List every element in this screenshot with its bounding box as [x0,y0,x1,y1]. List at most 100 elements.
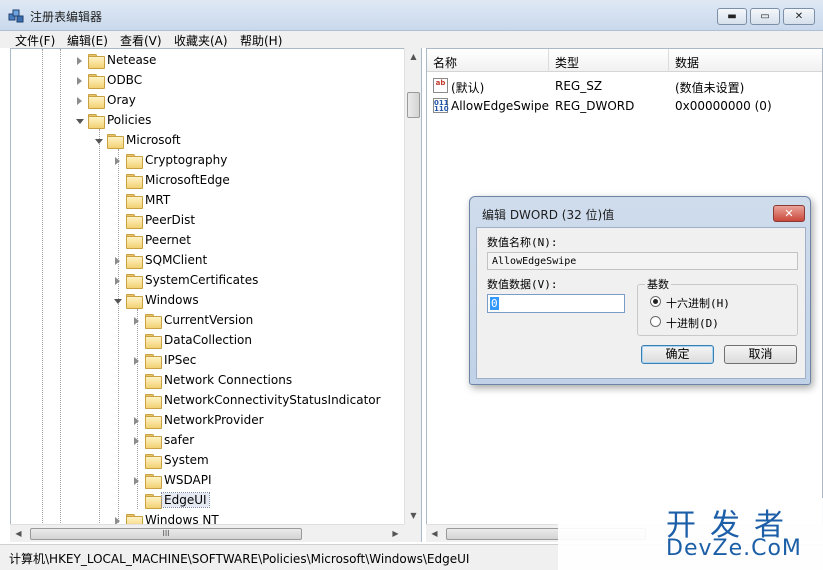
expand-arrow-icon[interactable] [134,317,139,325]
column-header-name[interactable]: 名称 [427,49,549,72]
list-header: 名称 类型 数据 [427,49,822,72]
scroll-right-arrow-icon[interactable]: ▶ [387,525,404,542]
tree-node-label: NetworkProvider [164,413,264,427]
value-name-label: 数值名称(N): [487,236,558,249]
tree-vertical-scrollbar[interactable]: ▲ ▼ [404,48,421,524]
scroll-left-arrow-icon[interactable]: ◀ [10,525,27,542]
collapse-arrow-icon[interactable] [114,299,122,304]
tree-node-label: SystemCertificates [145,273,259,287]
scroll-left-arrow-icon[interactable]: ◀ [426,525,443,542]
tree-node-label: SQMClient [145,253,208,267]
value-type: REG_DWORD [555,99,635,113]
key-tree[interactable]: Netease ODBC Oray Policies Microsoft Cry… [10,48,422,542]
close-button[interactable]: ✕ [783,8,815,25]
value-data-input[interactable]: 0 [487,294,625,313]
expand-arrow-icon[interactable] [134,477,139,485]
dec-radio-label[interactable]: 十进制(D) [666,315,719,331]
tree-node-label: Netease [107,53,157,67]
expand-arrow-icon[interactable] [134,357,139,365]
folder-icon [88,53,105,69]
tree-node-label: MicrosoftEdge [145,173,230,187]
expand-arrow-icon[interactable] [115,257,120,265]
tree-node-label: EdgeUI [161,492,210,508]
tree-horizontal-scrollbar[interactable]: ◀ III ▶ [10,524,404,542]
collapse-arrow-icon[interactable] [95,139,103,144]
menu-file[interactable]: 文件(F) [15,32,55,49]
folder-icon [126,193,143,209]
tree-guide [60,49,61,541]
registry-editor-window: 注册表编辑器 ▬ ▭ ✕ 文件(F) 编辑(E) 查看(V) 收藏夹(A) 帮助… [0,0,823,570]
menu-help[interactable]: 帮助(H) [240,32,282,49]
folder-icon [145,413,162,429]
scroll-down-arrow-icon[interactable]: ▼ [405,507,422,524]
string-value-icon: ab [433,78,448,93]
minimize-icon: ▬ [727,10,737,22]
column-header-type[interactable]: 类型 [549,49,669,72]
value-name-field: AllowEdgeSwipe [487,252,798,270]
scroll-thumb[interactable]: III [30,528,302,540]
maximize-icon: ▭ [760,10,770,22]
hex-radio-label[interactable]: 十六进制(H) [666,295,730,311]
scrollbar-corner [404,524,421,542]
status-path: 计算机\HKEY_LOCAL_MACHINE\SOFTWARE\Policies… [9,552,470,566]
expand-arrow-icon[interactable] [77,77,82,85]
folder-icon [126,253,143,269]
expand-arrow-icon[interactable] [77,57,82,65]
dec-radio[interactable] [650,316,661,327]
base-label: 基数 [645,276,671,292]
dialog-close-button[interactable]: ✕ [773,205,805,222]
menu-view[interactable]: 查看(V) [120,32,162,49]
tree-node-label: Network Connections [164,373,293,387]
close-icon: ✕ [784,207,794,220]
folder-open-icon [126,293,143,309]
hex-radio[interactable] [650,296,661,307]
expand-arrow-icon[interactable] [134,437,139,445]
value-data-label: 数值数据(V): [487,278,558,291]
folder-icon [126,153,143,169]
watermark-en: DevZe.CoM [666,536,802,561]
folder-open-icon [145,493,162,509]
menu-favorites[interactable]: 收藏夹(A) [174,32,228,49]
close-icon: ✕ [794,10,804,22]
maximize-button[interactable]: ▭ [750,8,780,25]
expand-arrow-icon[interactable] [115,277,120,285]
folder-icon [88,93,105,109]
scroll-up-arrow-icon[interactable]: ▲ [405,48,422,65]
expand-arrow-icon[interactable] [77,97,82,105]
tree-node-label: Policies [107,113,152,127]
minimize-button[interactable]: ▬ [717,8,747,25]
list-row-default[interactable]: ab (默认) REG_SZ (数值未设置) [427,76,822,96]
folder-icon [88,73,105,89]
collapse-arrow-icon[interactable] [76,119,84,124]
folder-icon [145,453,162,469]
folder-icon [126,213,143,229]
folder-icon [126,233,143,249]
menu-edit[interactable]: 编辑(E) [67,32,108,49]
folder-icon [145,393,162,409]
tree-guide [99,129,100,541]
value-data-text: 0 [490,297,499,310]
value-type: REG_SZ [555,79,603,93]
expand-arrow-icon[interactable] [115,157,120,165]
folder-icon [145,313,162,329]
tree-node-label: Oray [107,93,136,107]
scroll-thumb[interactable] [407,92,420,118]
list-row-allowedgeswipe[interactable]: 011 110 AllowEdgeSwipe REG_DWORD 0x00000… [427,96,822,116]
tree-guide [118,149,119,541]
registry-editor-icon [8,9,24,23]
column-header-data[interactable]: 数据 [669,49,822,72]
menu-bar: 文件(F) 编辑(E) 查看(V) 收藏夹(A) 帮助(H) [0,31,823,48]
folder-icon [145,353,162,369]
folder-open-icon [107,133,124,149]
folder-icon [145,433,162,449]
tree-node-label: ODBC [107,73,143,87]
cancel-button[interactable]: 取消 [724,345,797,364]
tree-node-label: WSDAPI [164,473,212,487]
folder-icon [126,173,143,189]
edit-dword-dialog: 编辑 DWORD (32 位)值 ✕ 数值名称(N): AllowEdgeSwi… [469,196,811,385]
ok-button[interactable]: 确定 [641,345,714,364]
expand-arrow-icon[interactable] [134,417,139,425]
window-title: 注册表编辑器 [30,10,103,24]
folder-icon [145,473,162,489]
title-bar: 注册表编辑器 ▬ ▭ ✕ [0,0,823,31]
